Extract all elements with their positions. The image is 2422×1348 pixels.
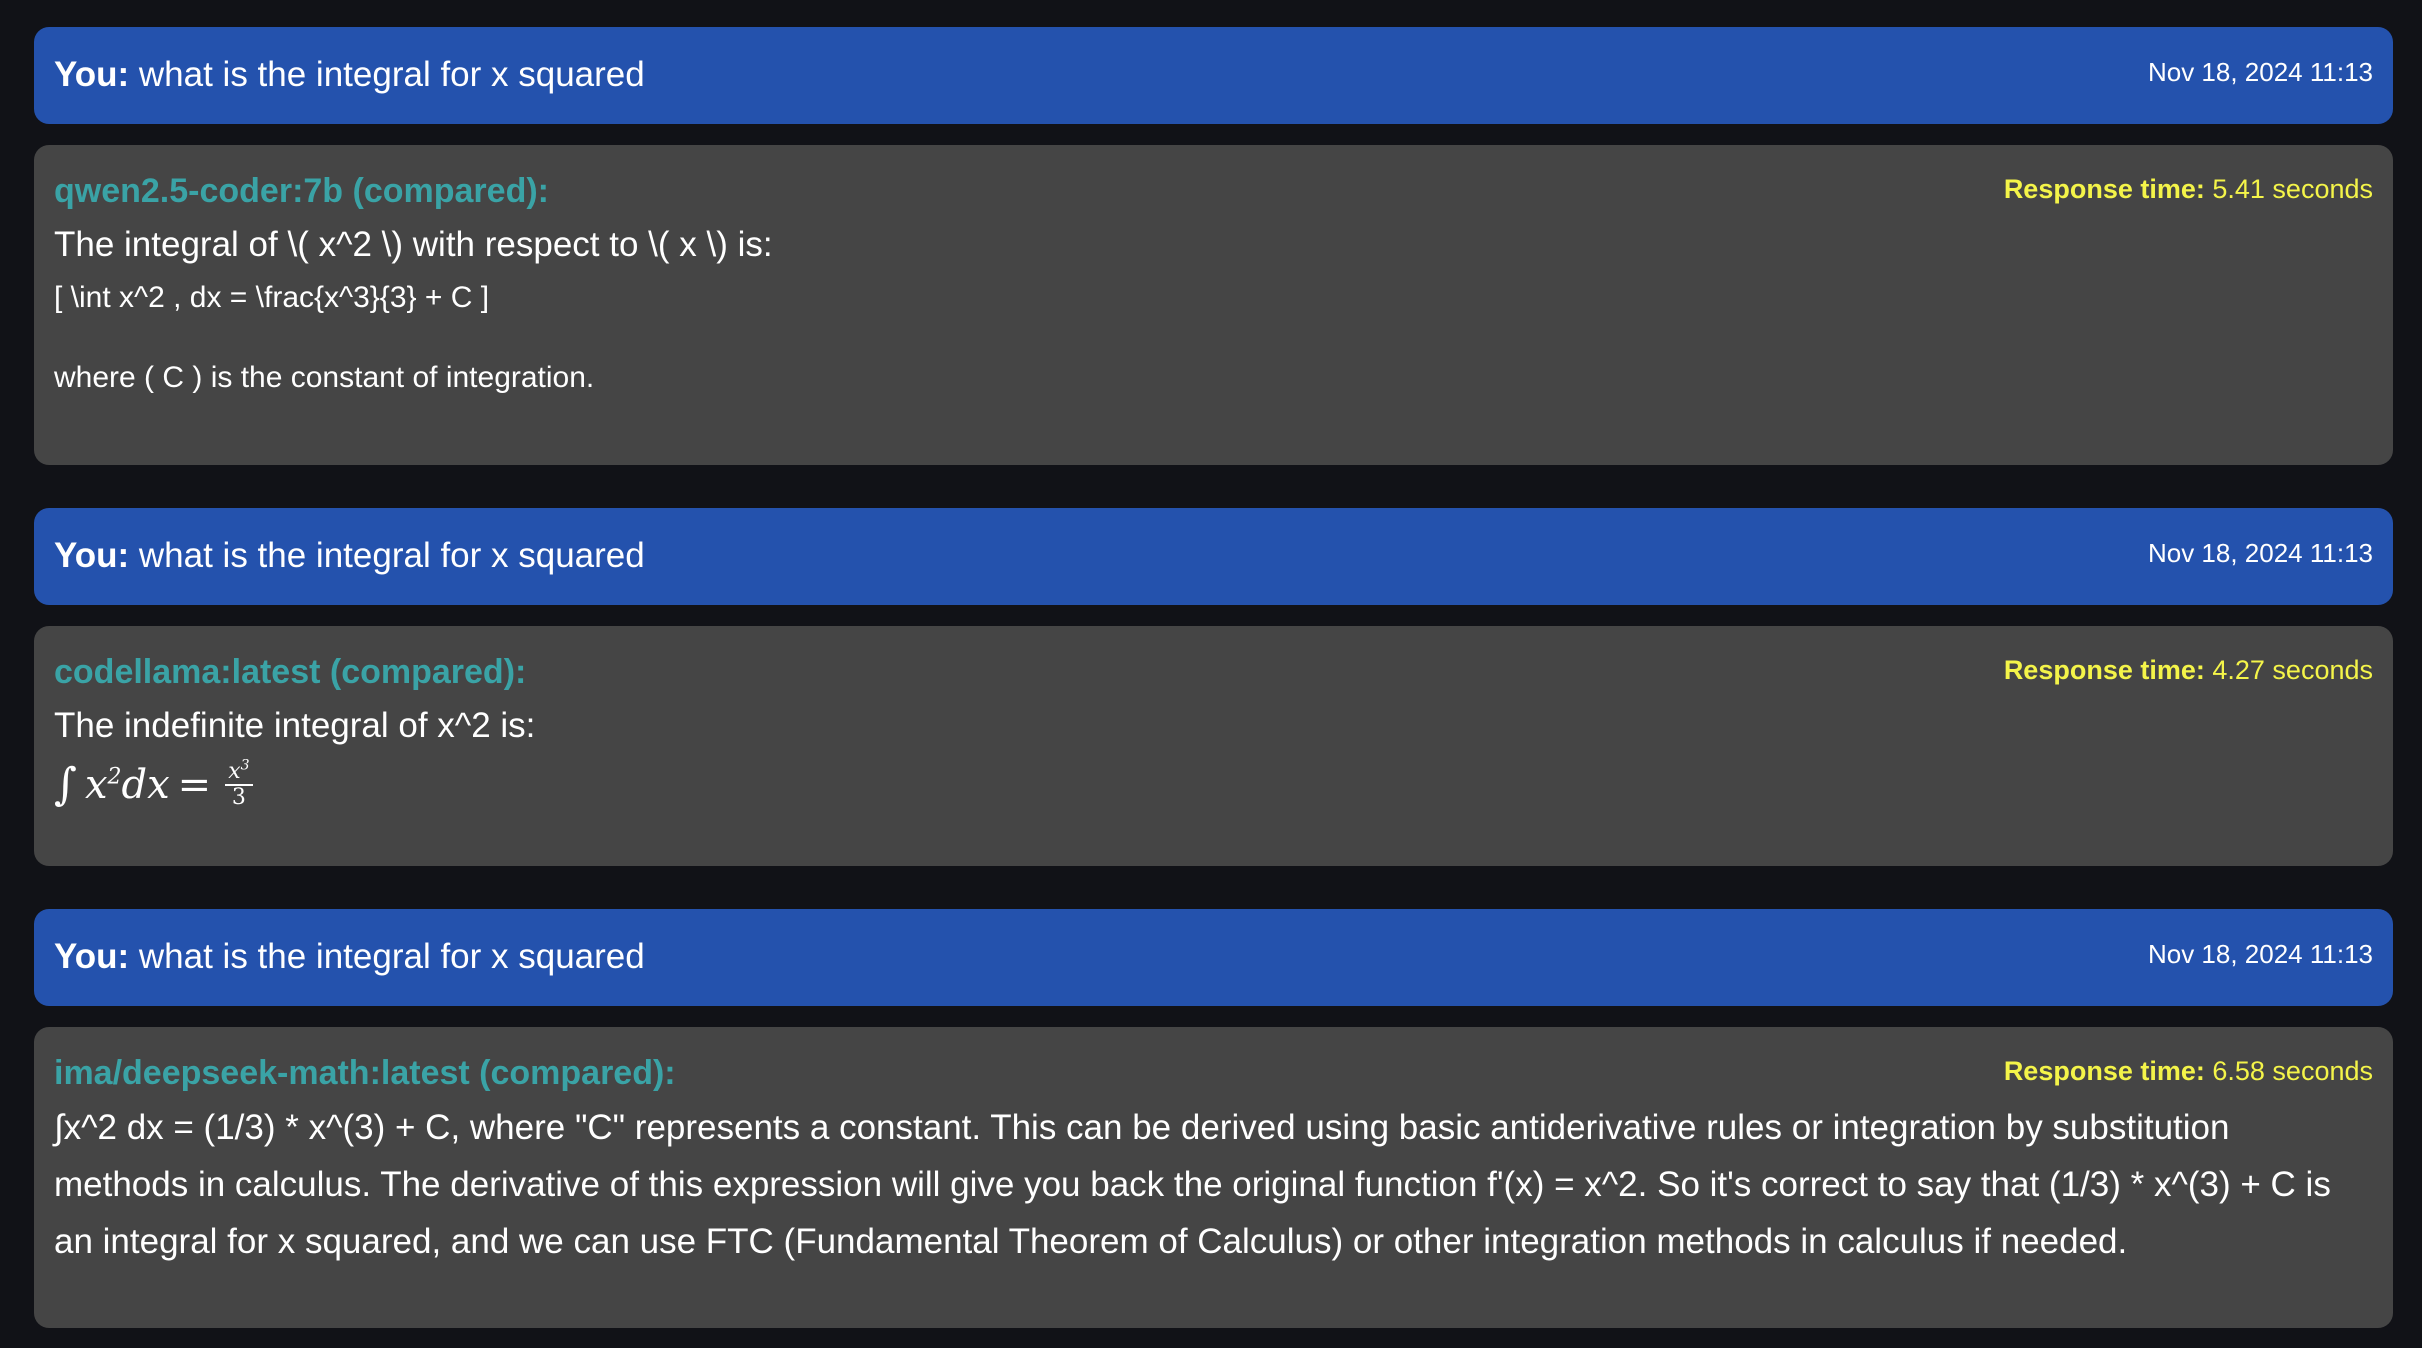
- user-query: what is the integral for x squared: [129, 536, 645, 575]
- user-message-text: You: what is the integral for x squared: [54, 532, 645, 580]
- response-time-label: Response time:: [2003, 655, 2205, 685]
- user-prefix: You:: [54, 55, 130, 94]
- message-pair: You: what is the integral for x squared …: [34, 909, 2393, 1328]
- bot-message: codellama:latest (compared): Response ti…: [34, 626, 2393, 866]
- fraction-numerator: x3: [225, 757, 253, 786]
- fraction-denominator: 3: [231, 785, 246, 810]
- user-message-text: You: what is the integral for x squared: [54, 933, 645, 981]
- response-time-value: 6.58 seconds: [2204, 1056, 2373, 1086]
- response-time: Response time: 5.41 seconds: [2004, 170, 2373, 208]
- numerator-base: x: [228, 759, 241, 784]
- response-paragraph: ∫x^2 dx = (1/3) * x^(3) + C, where "C" r…: [54, 1108, 2331, 1261]
- user-query: what is the integral for x squared: [129, 937, 645, 976]
- math-fraction: x3 3: [225, 757, 253, 810]
- response-time: Response time: 4.27 seconds: [2004, 651, 2373, 689]
- message-pair: You: what is the integral for x squared …: [34, 508, 2393, 866]
- message-pair: You: what is the integral for x squared …: [34, 27, 2393, 465]
- response-line: The integral of \( x^2 \) with respect t…: [54, 225, 773, 264]
- user-prefix: You:: [54, 937, 130, 976]
- response-time: Response time: 6.58 seconds: [2004, 1052, 2373, 1090]
- message-timestamp: Nov 18, 2024 11:13: [2147, 939, 2373, 969]
- user-message: You: what is the integral for x squared …: [34, 27, 2393, 124]
- user-prefix: You:: [54, 536, 130, 575]
- numerator-exponent: 3: [240, 757, 250, 774]
- response-line: The indefinite integral of x^2 is:: [54, 706, 536, 745]
- response-time-value: 5.41 seconds: [2204, 174, 2373, 204]
- message-timestamp: Nov 18, 2024 11:13: [2147, 538, 2373, 568]
- user-message: You: what is the integral for x squared …: [34, 508, 2393, 605]
- bot-message: qwen2.5-coder:7b (compared): Response ti…: [34, 145, 2393, 465]
- user-message: You: what is the integral for x squared …: [34, 909, 2393, 1006]
- math-exponent: 2: [107, 764, 122, 790]
- message-timestamp: Nov 18, 2024 11:13: [2147, 57, 2373, 87]
- user-query: what is the integral for x squared: [129, 55, 645, 94]
- math-base: x: [84, 762, 108, 808]
- user-message-text: You: what is the integral for x squared: [54, 51, 645, 99]
- chat-history: You: what is the integral for x squared …: [34, 27, 2393, 1328]
- response-time-value: 4.27 seconds: [2204, 655, 2373, 685]
- math-formula: ∫ x2dx = x3 3: [54, 754, 2373, 816]
- integral-symbol: ∫: [54, 759, 77, 810]
- response-line: [ \int x^2 , dx = \frac{x^3}{3} + C ]: [54, 281, 490, 314]
- bot-message: ima/deepseek-math:latest (compared): Res…: [34, 1027, 2393, 1328]
- response-time-label: Response time:: [2003, 174, 2205, 204]
- math-equals: =: [177, 762, 212, 808]
- response-time-label: Response time:: [2003, 1056, 2205, 1086]
- math-dx: dx: [121, 762, 170, 808]
- response-line: where ( C ) is the constant of integrati…: [54, 361, 595, 394]
- math-term: x2dx: [85, 755, 170, 815]
